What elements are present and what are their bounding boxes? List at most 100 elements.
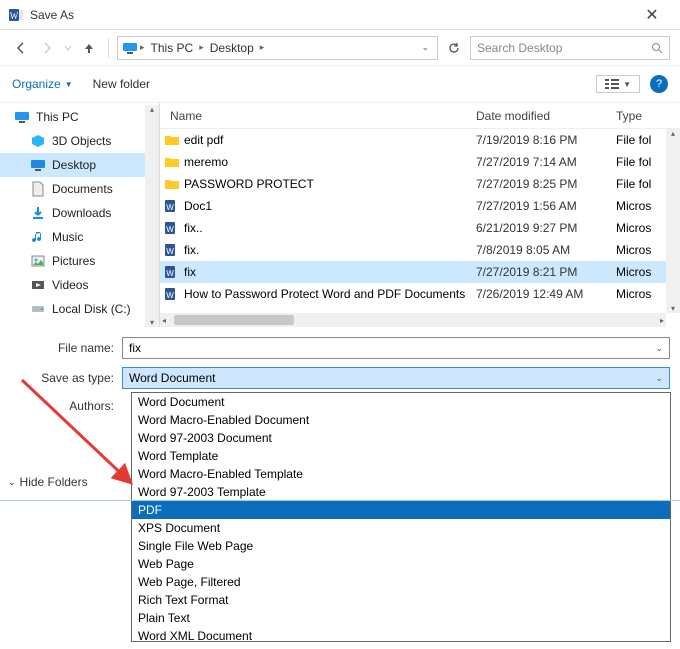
file-row[interactable]: Wfix.7/8/2019 8:05 AMMicros	[160, 239, 680, 261]
file-name: fix	[184, 265, 476, 279]
file-name: fix..	[184, 221, 476, 235]
file-row[interactable]: Wfix7/27/2019 8:21 PMMicros	[160, 261, 680, 283]
saveastype-option[interactable]: Web Page	[132, 555, 670, 573]
tree-item-label: Desktop	[52, 158, 96, 172]
tree-item[interactable]: This PC	[0, 105, 145, 129]
search-placeholder: Search Desktop	[477, 41, 651, 55]
file-name: How to Password Protect Word and PDF Doc…	[184, 287, 476, 301]
recent-dropdown-icon[interactable]	[62, 37, 74, 59]
refresh-button[interactable]	[442, 36, 466, 60]
new-folder-button[interactable]: New folder	[93, 77, 150, 91]
forward-button[interactable]	[36, 37, 58, 59]
saveastype-option[interactable]: Word Document	[132, 393, 670, 411]
address-bar[interactable]: ▸ This PC ▸ Desktop ▸ ⌄	[117, 36, 438, 60]
saveastype-option[interactable]: Word XML Document	[132, 627, 670, 642]
word-file-icon: W	[160, 220, 184, 236]
file-date: 7/27/2019 8:21 PM	[476, 265, 616, 279]
tree-item-label: Pictures	[52, 254, 95, 268]
toolbar: Organize ▼ New folder ▼ ?	[0, 66, 680, 102]
saveastype-option[interactable]: Word Template	[132, 447, 670, 465]
file-row[interactable]: Wfix..6/21/2019 9:27 PMMicros	[160, 217, 680, 239]
tree-item[interactable]: Local Disk (C:)	[0, 297, 145, 321]
svg-text:W: W	[10, 11, 19, 21]
saveastype-option[interactable]: Word 97-2003 Template	[132, 483, 670, 501]
navigation-bar: ▸ This PC ▸ Desktop ▸ ⌄ Search Desktop	[0, 30, 680, 66]
up-button[interactable]	[78, 37, 100, 59]
tree-item-label: Music	[52, 230, 83, 244]
file-type: File fol	[616, 133, 666, 147]
chevron-right-icon[interactable]: ▸	[140, 42, 145, 53]
folder-icon	[160, 176, 184, 192]
tree-item[interactable]: Documents	[0, 177, 145, 201]
saveastype-option[interactable]: Web Page, Filtered	[132, 573, 670, 591]
address-dropdown-icon[interactable]: ⌄	[417, 42, 433, 53]
disk-icon	[30, 301, 46, 317]
view-options-button[interactable]: ▼	[596, 75, 640, 93]
file-row[interactable]: WDoc17/27/2019 1:56 AMMicros	[160, 195, 680, 217]
column-date[interactable]: Date modified	[476, 109, 616, 123]
file-row[interactable]: PASSWORD PROTECT7/27/2019 8:25 PMFile fo…	[160, 173, 680, 195]
breadcrumb-root[interactable]: This PC	[147, 41, 198, 55]
chevron-right-icon[interactable]: ▸	[199, 42, 204, 53]
chevron-down-icon[interactable]: ⌄	[655, 343, 663, 354]
filename-label: File name:	[20, 341, 122, 355]
file-type: Micros	[616, 199, 666, 213]
file-row[interactable]: W How to Password Protect Word and PDF Do…	[160, 283, 680, 305]
down-icon	[30, 205, 46, 221]
word-file-icon: W	[160, 286, 184, 302]
svg-text:W: W	[166, 247, 174, 256]
file-row[interactable]: edit pdf7/19/2019 8:16 PMFile fol	[160, 129, 680, 151]
svg-text:W: W	[166, 225, 174, 234]
separator	[108, 38, 109, 58]
tree-item[interactable]: Music	[0, 225, 145, 249]
desktop-icon	[30, 157, 46, 173]
saveastype-option[interactable]: PDF	[132, 501, 670, 519]
tree-item-label: 3D Objects	[52, 134, 111, 148]
file-name: edit pdf	[184, 133, 476, 147]
help-button[interactable]: ?	[650, 75, 668, 93]
chevron-down-icon: ▼	[623, 80, 631, 89]
back-button[interactable]	[10, 37, 32, 59]
chevron-down-icon: ⌄	[8, 477, 16, 488]
search-icon	[651, 42, 663, 54]
saveastype-option[interactable]: Word 97-2003 Document	[132, 429, 670, 447]
tree-item[interactable]: Downloads	[0, 201, 145, 225]
search-input[interactable]: Search Desktop	[470, 36, 670, 60]
list-vertical-scrollbar[interactable]	[666, 129, 680, 313]
column-type[interactable]: Type	[616, 109, 666, 123]
tree-item[interactable]: Pictures	[0, 249, 145, 273]
tree-item[interactable]: Videos	[0, 273, 145, 297]
pc-icon	[122, 40, 138, 56]
saveastype-option[interactable]: Single File Web Page	[132, 537, 670, 555]
organize-menu[interactable]: Organize ▼	[12, 77, 73, 91]
word-file-icon: W	[160, 242, 184, 258]
3d-icon	[30, 133, 46, 149]
file-date: 7/26/2019 12:49 AM	[476, 287, 616, 301]
hide-folders-button[interactable]: ⌄ Hide Folders	[8, 475, 88, 489]
tree-item[interactable]: Desktop	[0, 153, 145, 177]
chevron-down-icon[interactable]: ⌄	[655, 373, 663, 384]
svg-text:W: W	[166, 203, 174, 212]
chevron-right-icon[interactable]: ▸	[260, 42, 265, 53]
saveastype-option[interactable]: Rich Text Format	[132, 591, 670, 609]
close-button[interactable]: ✕	[632, 5, 672, 25]
file-row[interactable]: meremo7/27/2019 7:14 AMFile fol	[160, 151, 680, 173]
breadcrumb-folder[interactable]: Desktop	[206, 41, 258, 55]
file-date: 7/19/2019 8:16 PM	[476, 133, 616, 147]
saveastype-option[interactable]: Word Macro-Enabled Template	[132, 465, 670, 483]
file-name: Doc1	[184, 199, 476, 213]
tree-item[interactable]: 3D Objects	[0, 129, 145, 153]
saveastype-select[interactable]: Word Document ⌄	[122, 367, 670, 389]
saveastype-option[interactable]: Word Macro-Enabled Document	[132, 411, 670, 429]
file-name: meremo	[184, 155, 476, 169]
folder-tree: This PC 3D Objects Desktop DocumentsDownloa…	[0, 103, 160, 327]
column-name[interactable]: Name	[160, 109, 476, 123]
list-horizontal-scrollbar[interactable]	[160, 313, 666, 327]
file-type: Micros	[616, 243, 666, 257]
saveastype-option[interactable]: Plain Text	[132, 609, 670, 627]
saveastype-dropdown[interactable]: Word DocumentWord Macro-Enabled Document…	[131, 392, 671, 642]
tree-scrollbar[interactable]	[145, 105, 159, 327]
svg-text:W: W	[166, 291, 174, 300]
filename-input[interactable]: fix ⌄	[122, 337, 670, 359]
saveastype-option[interactable]: XPS Document	[132, 519, 670, 537]
